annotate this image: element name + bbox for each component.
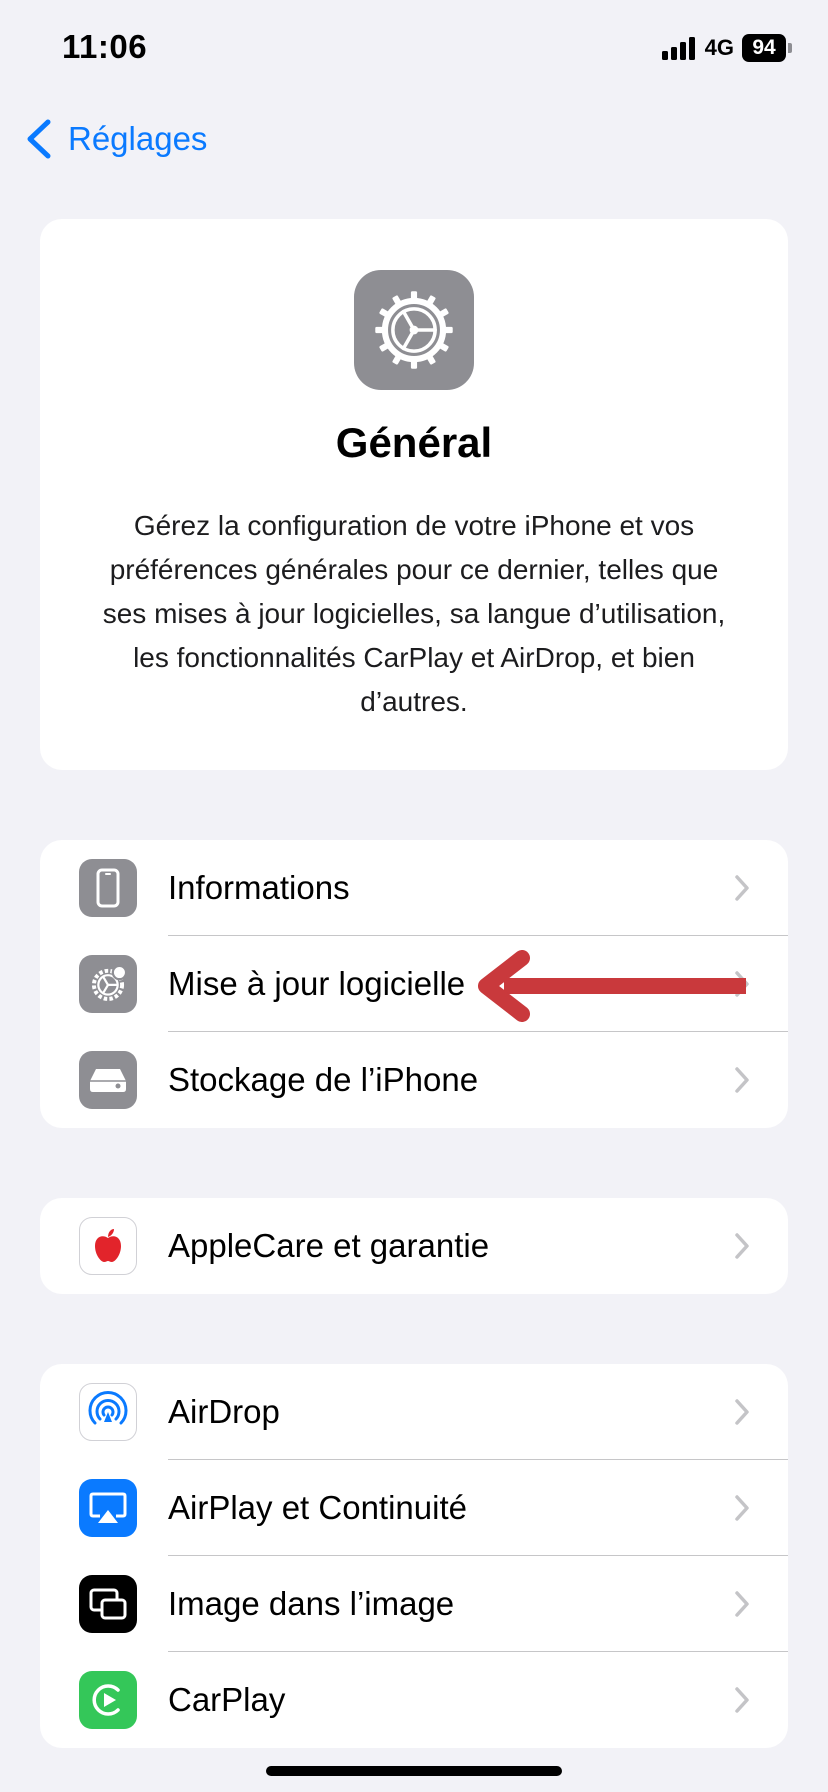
settings-group-connectivity: AirDrop AirPlay et Continuité Image dans…	[40, 1364, 788, 1748]
chevron-right-icon	[735, 1687, 749, 1713]
settings-row-label: Informations	[168, 869, 350, 906]
settings-row-label: Image dans l’image	[168, 1585, 455, 1622]
airplay-icon	[79, 1479, 137, 1537]
phone-icon	[79, 859, 137, 917]
chevron-right-icon	[735, 1591, 749, 1617]
settings-row-label: AirDrop	[168, 1393, 280, 1430]
battery-level: 94	[742, 34, 786, 62]
chevron-right-icon	[735, 1495, 749, 1521]
carplay-icon	[79, 1671, 137, 1729]
settings-row-label: CarPlay	[168, 1681, 286, 1718]
apple-icon	[79, 1217, 137, 1275]
status-indicators: 4G 94	[661, 34, 792, 62]
network-type: 4G	[704, 35, 734, 60]
settings-row-label: AirPlay et Continuité	[168, 1489, 467, 1526]
settings-row-picture-in-picture[interactable]: Image dans l’image	[40, 1556, 788, 1652]
settings-group-device: Informations Mise à jour logicielle Stoc…	[40, 840, 788, 1128]
chevron-left-icon	[27, 119, 51, 159]
settings-row-carplay[interactable]: CarPlay	[40, 1652, 788, 1748]
settings-row-airplay[interactable]: AirPlay et Continuité	[40, 1460, 788, 1556]
chevron-right-icon	[735, 1067, 749, 1093]
status-time: 11:06	[62, 28, 148, 65]
home-indicator[interactable]	[266, 1766, 562, 1776]
chevron-right-icon	[735, 1233, 749, 1259]
chevron-right-icon	[735, 875, 749, 901]
status-bar: 11:06 4G 94	[0, 0, 828, 100]
gear-badge-icon	[79, 955, 137, 1013]
chevron-right-icon	[735, 971, 749, 997]
battery-icon: 94	[742, 34, 792, 62]
settings-row-label: Stockage de l’iPhone	[168, 1061, 479, 1098]
airdrop-icon	[79, 1383, 137, 1441]
back-button-label: Réglages	[68, 120, 208, 157]
back-button[interactable]: Réglages	[24, 118, 207, 160]
settings-row-label: Mise à jour logicielle	[168, 965, 466, 1002]
storage-icon	[79, 1051, 137, 1109]
gear-icon	[354, 270, 474, 390]
settings-row-label: AppleCare et garantie	[168, 1227, 490, 1264]
page-description: Gérez la configuration de votre iPhone e…	[102, 510, 726, 717]
picture-in-picture-icon	[79, 1575, 137, 1633]
cellular-signal-icon	[661, 36, 695, 60]
settings-row-informations[interactable]: Informations	[40, 840, 788, 936]
settings-row-airdrop[interactable]: AirDrop	[40, 1364, 788, 1460]
chevron-right-icon	[735, 1399, 749, 1425]
settings-row-applecare[interactable]: AppleCare et garantie	[40, 1198, 788, 1294]
settings-group-applecare: AppleCare et garantie	[40, 1198, 788, 1294]
general-header-card: Général Gérez la configuration de votre …	[40, 219, 788, 770]
settings-row-software-update[interactable]: Mise à jour logicielle	[40, 936, 788, 1032]
page-title: Général	[335, 419, 493, 466]
settings-row-storage[interactable]: Stockage de l’iPhone	[40, 1032, 788, 1128]
